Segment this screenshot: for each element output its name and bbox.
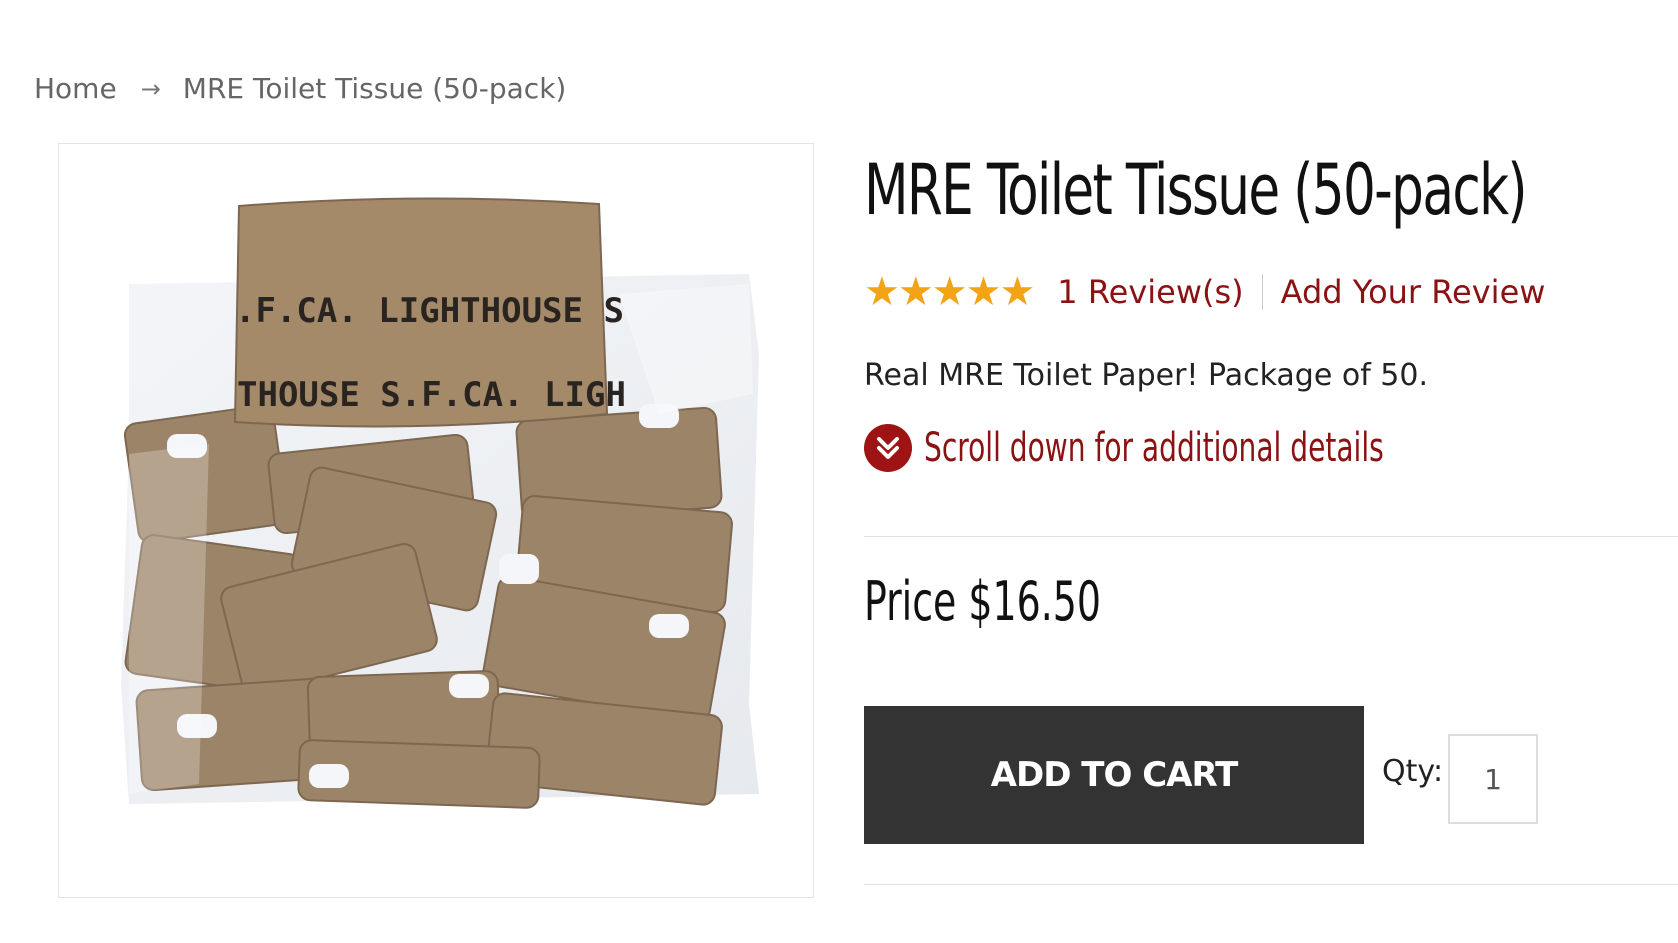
breadcrumb-home-link[interactable]: Home	[34, 72, 117, 105]
breadcrumb-current: MRE Toilet Tissue (50-pack)	[182, 72, 567, 105]
star-rating: ★ ★ ★ ★ ★	[864, 269, 1036, 315]
add-to-cart-button[interactable]: ADD TO CART	[864, 706, 1364, 844]
breadcrumb: Home → MRE Toilet Tissue (50-pack)	[34, 72, 566, 105]
price-value: $16.50	[968, 570, 1101, 633]
quantity-input[interactable]	[1448, 734, 1538, 824]
price-label: Price	[864, 570, 957, 633]
product-description: Real MRE Toilet Paper! Package of 50.	[864, 358, 1429, 393]
star-icon: ★	[897, 269, 934, 315]
qty-label: Qty:	[1382, 754, 1444, 789]
star-icon: ★	[931, 269, 968, 315]
roll-print-top: .F.CA. LIGHTHOUSE S	[235, 291, 624, 331]
page-title: MRE Toilet Tissue (50-pack)	[864, 149, 1528, 231]
divider	[1261, 274, 1263, 310]
star-icon: ★	[965, 269, 1002, 315]
star-icon: ★	[999, 269, 1036, 315]
product-image[interactable]: .F.CA. LIGHTHOUSE S THOUSE S.F.CA. LIGH	[58, 143, 814, 898]
scroll-label: Scroll down for additional details	[924, 425, 1384, 471]
divider	[864, 536, 1678, 537]
divider	[864, 884, 1678, 885]
price: Price $16.50	[864, 570, 1101, 633]
scroll-down-link[interactable]: Scroll down for additional details	[864, 424, 1513, 472]
arrow-right-icon: →	[140, 74, 161, 103]
roll-print-bottom: THOUSE S.F.CA. LIGH	[237, 375, 626, 415]
product-info: MRE Toilet Tissue (50-pack) ★ ★ ★ ★ ★ 1 …	[864, 140, 1678, 885]
star-icon: ★	[864, 269, 900, 315]
rating-row: ★ ★ ★ ★ ★ 1 Review(s) Add Your Review	[864, 272, 1545, 312]
reviews-link[interactable]: 1 Review(s)	[1057, 273, 1243, 311]
double-chevron-down-icon	[864, 424, 912, 472]
product-photo: .F.CA. LIGHTHOUSE S THOUSE S.F.CA. LIGH	[121, 197, 759, 809]
add-review-link[interactable]: Add Your Review	[1281, 273, 1546, 311]
